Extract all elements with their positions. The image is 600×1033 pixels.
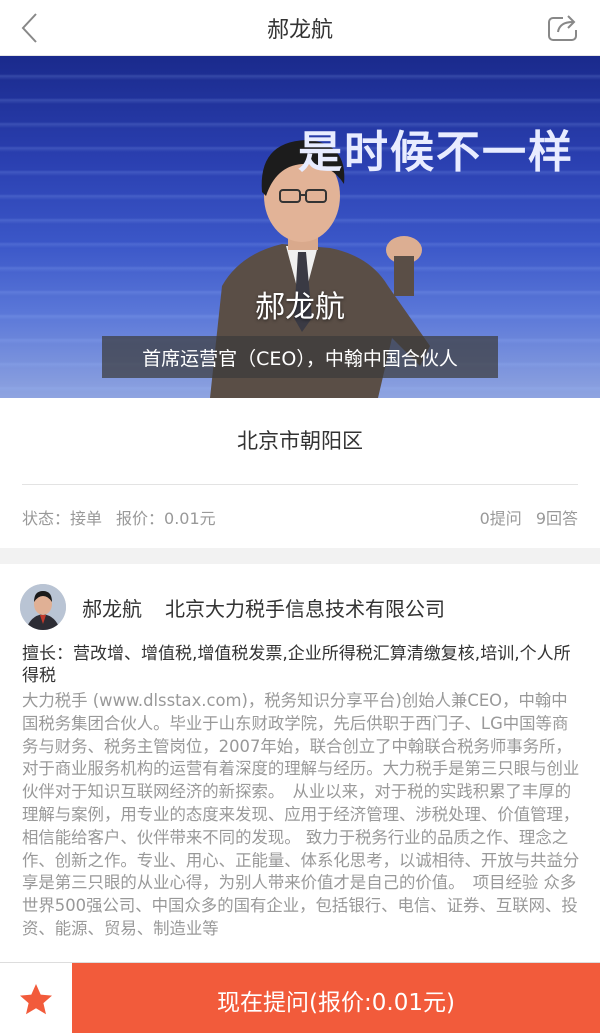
expert-bio: 大力税手 (www.dlsstax.com)，税务知识分享平台)创始人兼CEO，… — [22, 691, 580, 938]
section-separator — [0, 548, 600, 564]
share-icon[interactable] — [546, 10, 582, 46]
hero-title-badge: 首席运营官（CEO），中翰中国合伙人 — [102, 336, 498, 378]
ask-question-label: 现在提问(报价:0.01元) — [217, 990, 455, 1016]
avatar[interactable] — [20, 584, 66, 630]
location-text: 北京市朝阳区 — [237, 429, 363, 453]
order-status: 状态：接单 — [22, 509, 103, 528]
hero-title: 首席运营官（CEO），中翰中国合伙人 — [142, 348, 458, 370]
divider — [22, 484, 578, 485]
price-text: 报价：0.01元 — [116, 509, 216, 528]
answers-count[interactable]: 9回答 — [536, 509, 578, 528]
hero-banner: 是时候不一样 郝龙航 首席运营官（CEO），中翰中国合伙人 — [0, 56, 600, 398]
top-navbar: 郝龙航 — [0, 0, 600, 56]
hero-slogan: 是时候不一样 — [298, 127, 574, 178]
expert-company: 北京大力税手信息技术有限公司 — [165, 597, 445, 621]
status-row: 状态：接单 报价：0.01元 0提问 9回答 — [22, 505, 578, 529]
star-icon — [20, 984, 52, 1015]
page-title: 郝龙航 — [266, 18, 333, 43]
status-right: 0提问 9回答 — [480, 505, 578, 529]
bottom-action-bar: 现在提问(报价:0.01元) — [0, 962, 600, 1033]
hero-name: 郝龙航 — [255, 290, 345, 325]
ask-question-button[interactable]: 现在提问(报价:0.01元) — [72, 963, 600, 1033]
questions-count[interactable]: 0提问 — [480, 509, 522, 528]
status-left: 状态：接单 报价：0.01元 — [22, 505, 216, 529]
expert-specialty: 擅长：营改增、增值税,增值税发票,企业所得税汇算清缴复核,培训,个人所得税 — [22, 644, 571, 686]
expert-name: 郝龙航 — [82, 597, 142, 621]
favorite-button[interactable] — [0, 963, 72, 1033]
